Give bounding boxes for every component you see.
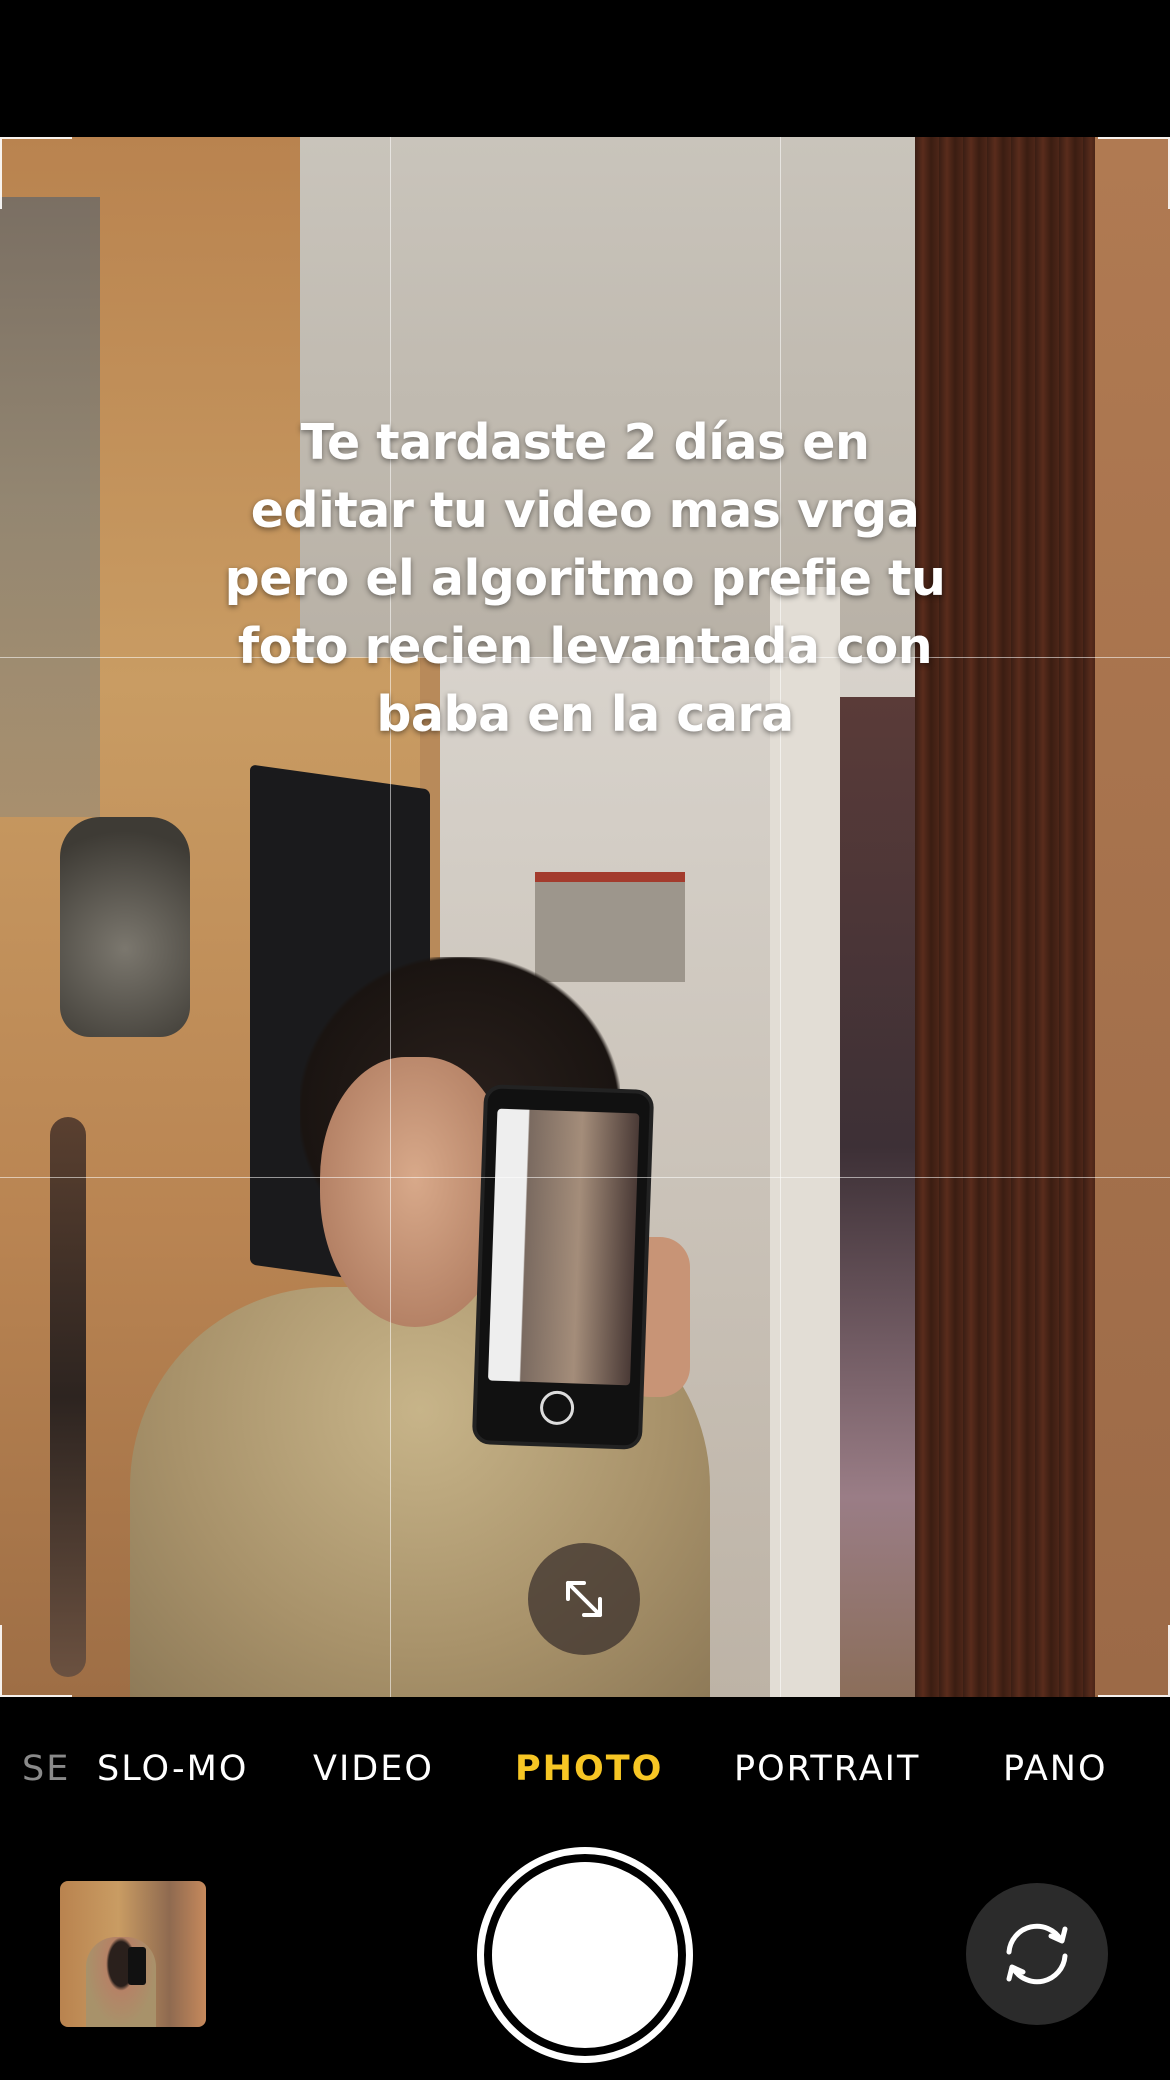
camera-flip-button[interactable]	[966, 1883, 1108, 2025]
mode-item-pano[interactable]: PANO	[1003, 1749, 1108, 1789]
frame-corner-top-right	[1098, 137, 1170, 209]
mode-item-portrait[interactable]: PORTRAIT	[734, 1749, 920, 1789]
shutter-button-inner	[492, 1862, 678, 2048]
camera-flip-icon	[1006, 1923, 1068, 1985]
scene-held-phone-shutter	[539, 1390, 575, 1426]
scene-wall-patch	[0, 197, 100, 817]
caption-line: foto recien levantada con	[237, 618, 933, 675]
frame-corner-bottom-left	[0, 1625, 72, 1697]
camera-preview-scene	[0, 137, 1170, 1697]
caption-line: baba en la cara	[376, 686, 794, 743]
expand-view-button[interactable]	[528, 1543, 640, 1655]
camera-screen: Te tardaste 2 días en editar tu video ma…	[0, 0, 1170, 2080]
scene-wall-right	[1095, 137, 1170, 1697]
mode-item-cinematic[interactable]: SE	[22, 1749, 70, 1789]
scene-hanging-bag	[60, 817, 190, 1037]
mode-item-photo[interactable]: PHOTO	[515, 1749, 663, 1789]
expand-arrows-icon	[566, 1581, 602, 1617]
mode-item-slo-mo[interactable]: SLO-MO	[97, 1749, 248, 1789]
mode-item-video[interactable]: VIDEO	[313, 1749, 434, 1789]
frame-corner-bottom-right	[1098, 1625, 1170, 1697]
shutter-button[interactable]	[477, 1847, 693, 2063]
scene-hanging-ornament	[50, 1117, 86, 1677]
camera-viewfinder[interactable]: Te tardaste 2 días en editar tu video ma…	[0, 137, 1170, 1697]
overlay-caption: Te tardaste 2 días en editar tu video ma…	[215, 409, 955, 749]
thumbnail-phone	[128, 1947, 146, 1985]
grid-line-horizontal-2	[0, 1177, 1170, 1178]
caption-line: Te tardaste 2 días en	[300, 414, 870, 471]
scene-door-frame	[915, 137, 1095, 1697]
scene-held-phone-screen	[487, 1108, 640, 1386]
top-bar	[0, 0, 1170, 137]
grid-line-vertical-1	[390, 137, 391, 1697]
frame-corner-top-left	[0, 137, 72, 209]
caption-line: editar tu video mas vrga	[250, 482, 920, 539]
grid-line-vertical-2	[780, 137, 781, 1697]
camera-mode-selector[interactable]: SE SLO-MO VIDEO PHOTO PORTRAIT PANO	[0, 1697, 1170, 1847]
last-photo-thumbnail[interactable]	[60, 1881, 206, 2027]
camera-controls-bar	[0, 1847, 1170, 2080]
scene-held-phone	[471, 1084, 655, 1450]
caption-line: pero el algoritmo prefie tu	[224, 550, 946, 607]
